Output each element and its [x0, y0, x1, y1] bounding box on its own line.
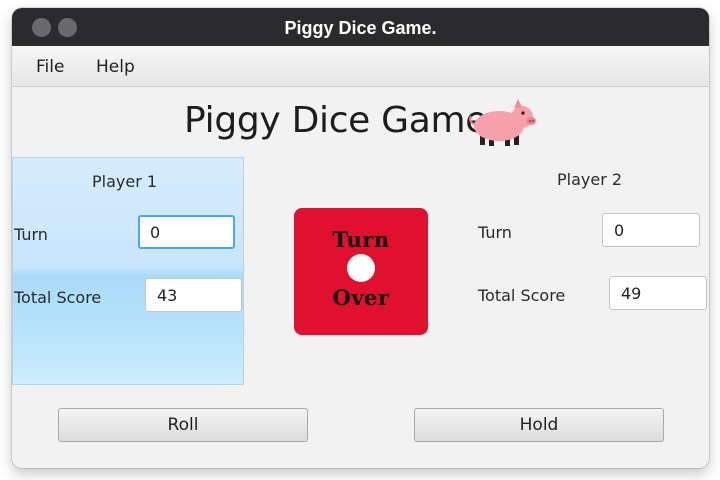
player2-total-label: Total Score	[478, 286, 566, 305]
menu-help[interactable]: Help	[96, 57, 135, 77]
roll-button[interactable]: Roll	[58, 408, 308, 442]
player2-turn-label: Turn	[478, 223, 512, 242]
player1-heading: Player 1	[92, 172, 158, 191]
game-title: Piggy Dice Game	[184, 100, 488, 141]
die-text-bottom: Over	[332, 285, 390, 310]
pig-nostril	[532, 120, 534, 122]
pig-tail	[469, 115, 475, 125]
pig-icon	[469, 99, 536, 146]
player2-turn-field[interactable]: 0	[602, 213, 700, 247]
die-pip	[347, 254, 375, 282]
player1-total-label: Total Score	[14, 288, 102, 307]
die-face: Turn Over	[294, 208, 428, 335]
player1-turn-field[interactable]: 0	[138, 215, 235, 249]
app-window: Piggy Dice Game. File Help Piggy Dice Ga…	[12, 8, 709, 468]
hold-button[interactable]: Hold	[414, 408, 664, 442]
pig-nostril	[529, 120, 531, 122]
player1-total-field[interactable]: 43	[145, 278, 242, 312]
menu-file[interactable]: File	[36, 57, 64, 77]
menu-bar: File Help	[12, 46, 709, 87]
die-text-top: Turn	[332, 227, 390, 252]
player2-total-field[interactable]: 49	[609, 276, 707, 310]
pig-ear	[514, 99, 522, 108]
player2-heading: Player 2	[557, 170, 623, 189]
player1-turn-label: Turn	[14, 225, 48, 244]
pig-eye	[521, 111, 525, 115]
player1-panel: Player 1 Turn 0 Total Score 43	[12, 157, 244, 385]
window-title: Piggy Dice Game.	[284, 18, 437, 38]
title-bar: Piggy Dice Game.	[12, 8, 709, 46]
